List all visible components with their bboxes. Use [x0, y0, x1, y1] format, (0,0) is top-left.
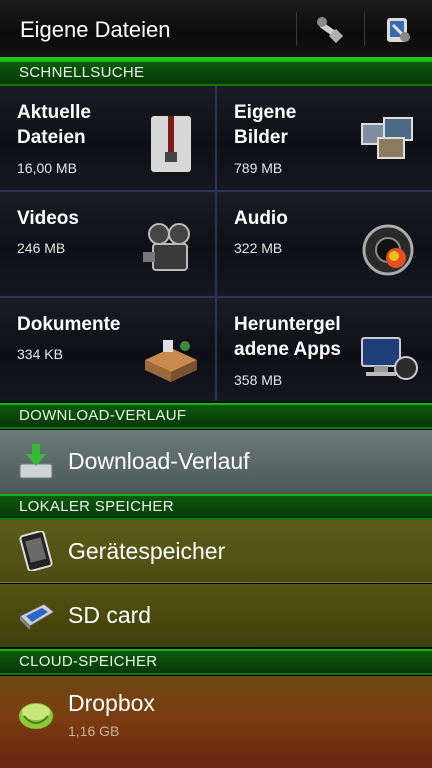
speaker-icon	[362, 224, 414, 276]
tile-title: Eigene Bilder	[234, 100, 359, 150]
office-desk-icon	[145, 340, 197, 382]
section-header-cloud-storage: CLOUD-SPEICHER	[0, 649, 432, 675]
tile-audio[interactable]: Audio 322 MB	[217, 192, 432, 296]
tile-my-pictures[interactable]: Eigene Bilder 789 MB	[217, 86, 432, 190]
sd-card-item[interactable]: SD card	[0, 584, 432, 647]
tile-title-line2: Dateien	[17, 127, 86, 148]
tile-title: Audio	[234, 206, 359, 231]
tile-title: Aktuelle Dateien	[17, 100, 142, 150]
tools-button[interactable]	[310, 10, 350, 50]
device-storage-label: Gerätespeicher	[68, 538, 226, 564]
tile-title-line1: Videos	[17, 208, 79, 229]
sd-card-icon	[19, 603, 55, 630]
divider	[364, 12, 365, 46]
tile-title: Dokumente	[17, 312, 142, 337]
tile-recent-files[interactable]: Aktuelle Dateien 16,00 MB	[0, 86, 215, 190]
grid-divider-vertical	[215, 86, 217, 401]
download-icon	[19, 444, 53, 479]
tile-title-line1: Dokumente	[17, 314, 121, 335]
tile-videos[interactable]: Videos 246 MB	[0, 192, 215, 296]
settings-button[interactable]	[378, 10, 418, 50]
tile-title-line1: Heruntergel	[234, 314, 341, 335]
dropbox-size: 1,16 GB	[68, 723, 120, 739]
tile-downloaded-apps[interactable]: Heruntergel adene Apps 358 MB	[217, 298, 432, 402]
app-title-bar: Eigene Dateien	[0, 0, 432, 60]
dropbox-icon	[19, 703, 53, 729]
tile-title-line2: adene Apps	[234, 339, 341, 360]
dropbox-label: Dropbox	[68, 690, 155, 716]
tile-title: Heruntergel adene Apps	[234, 312, 359, 362]
grid-divider-horizontal	[0, 190, 432, 192]
tile-title: Videos	[17, 206, 142, 231]
tile-documents[interactable]: Dokumente 334 KB	[0, 298, 215, 402]
photos-icon	[361, 117, 413, 159]
tile-size: 334 KB	[17, 346, 63, 362]
page-title: Eigene Dateien	[20, 17, 171, 42]
dropbox-item[interactable]: Dropbox 1,16 GB	[0, 676, 432, 768]
tile-size: 246 MB	[17, 240, 66, 256]
tile-title-line1: Audio	[234, 208, 288, 229]
download-history-label: Download-Verlauf	[68, 448, 250, 474]
section-header-download-history: DOWNLOAD-VERLAUF	[0, 403, 432, 429]
computer-icon	[361, 337, 418, 380]
zip-archive-icon	[151, 116, 191, 172]
divider	[296, 12, 297, 46]
tile-size: 789 MB	[234, 160, 283, 176]
tile-title-line1: Eigene	[234, 102, 297, 123]
grid-divider-horizontal	[0, 296, 432, 298]
tools-icon	[317, 17, 344, 44]
tile-size: 16,00 MB	[17, 160, 77, 176]
tile-title-line1: Aktuelle	[17, 102, 91, 123]
section-header-quick-search: SCHNELLSUCHE	[0, 60, 432, 86]
phone-icon	[19, 531, 53, 571]
video-camera-icon	[143, 223, 190, 271]
tile-title-line2: Bilder	[234, 127, 288, 148]
sd-card-label: SD card	[68, 602, 152, 628]
tile-size: 322 MB	[234, 240, 283, 256]
section-header-local-storage: LOKALER SPEICHER	[0, 494, 432, 520]
download-history-item[interactable]: Download-Verlauf	[0, 430, 432, 494]
phone-settings-icon	[387, 18, 410, 42]
tile-size: 358 MB	[234, 372, 283, 388]
device-storage-item[interactable]: Gerätespeicher	[0, 520, 432, 583]
